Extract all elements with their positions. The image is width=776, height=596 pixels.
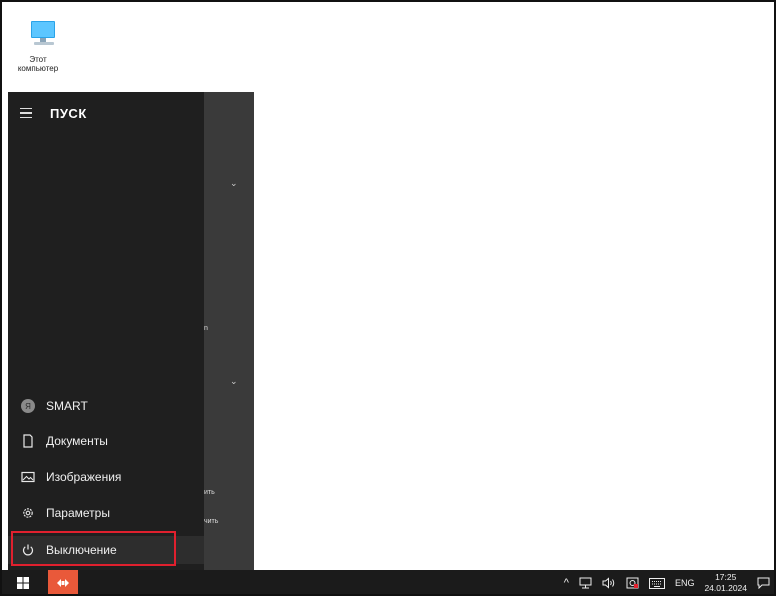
tile-fragment: чить [204,518,219,525]
chevron-down-icon[interactable]: ⌄ [230,178,238,189]
start-item-power[interactable]: Выключение [8,536,204,564]
windows-logo-icon [17,577,29,589]
computer-icon [30,21,55,45]
start-item-settings[interactable]: Параметры [8,499,204,527]
tile-fragment: ить [204,489,215,496]
desktop-icon-label: Этот компьютер [17,55,59,73]
action-center-icon[interactable] [757,577,770,589]
start-button[interactable] [8,570,38,596]
keyboard-icon[interactable] [648,577,665,589]
start-item-user[interactable]: Я SMART [8,392,204,420]
gear-icon [23,508,33,518]
start-item-label: Документы [46,434,108,448]
start-menu-title: ПУСК [50,105,87,121]
taskbar-app-button[interactable] [48,570,78,596]
start-item-label: Выключение [46,543,117,557]
taskbar: ^ ENG 17:25 24.01.2024 [0,570,776,596]
clock-time: 17:25 [715,572,737,582]
desktop-icon-this-pc[interactable]: Этот компьютер [14,18,62,73]
power-icon [22,544,34,556]
user-avatar-icon: Я [21,399,35,413]
system-tray: ^ ENG 17:25 24.01.2024 [564,570,770,596]
start-menu-panel: ПУСК Я SMART Документы Изображения Парам… [8,92,204,570]
tile-fragment: n [204,325,208,332]
app-logo-icon [57,579,69,587]
language-indicator[interactable]: ENG [675,578,695,588]
clock[interactable]: 17:25 24.01.2024 [704,572,747,594]
show-hidden-icons-icon[interactable]: ^ [564,577,569,589]
start-item-pictures[interactable]: Изображения [8,463,204,491]
notification-app-icon[interactable] [626,577,639,589]
hamburger-menu-icon[interactable] [20,107,44,119]
network-icon[interactable] [579,577,592,589]
start-item-label: Параметры [46,506,110,520]
start-tiles-panel: ⌄ n ⌄ ить чить [204,92,254,570]
start-item-label: SMART [46,399,88,413]
clock-date: 24.01.2024 [704,583,747,593]
pictures-icon [21,471,35,483]
start-item-documents[interactable]: Документы [8,427,204,455]
document-icon [23,434,33,448]
start-item-label: Изображения [46,470,122,484]
chevron-down-icon[interactable]: ⌄ [230,376,238,387]
volume-icon[interactable] [602,577,616,589]
